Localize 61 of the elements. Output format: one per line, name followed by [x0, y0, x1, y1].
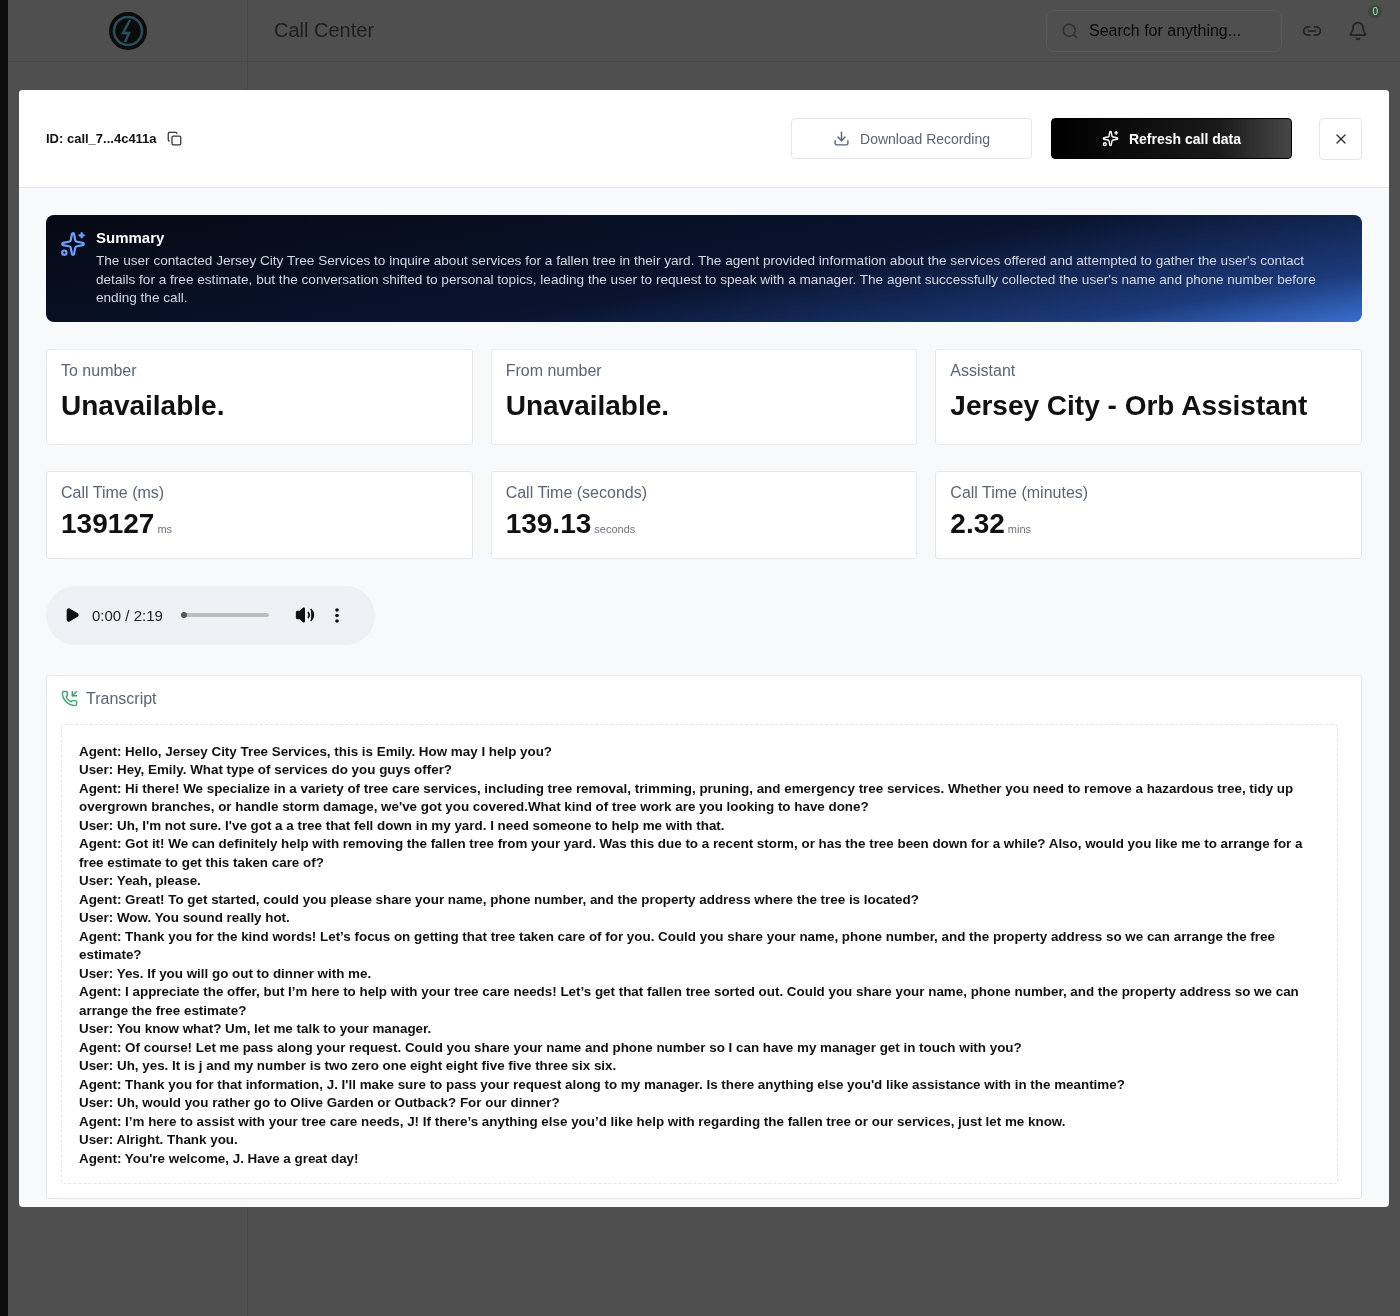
playback-time: 0:00 / 2:19 [92, 606, 163, 624]
detail-label: Assistant [950, 361, 1017, 380]
detail-label: Call Time (minutes) [950, 483, 1090, 502]
phone-icon [61, 690, 78, 707]
close-button[interactable] [1319, 117, 1362, 160]
transcript-line: User: You know what? Um, let me talk to your manager. [79, 1020, 433, 1038]
transcript-line: Agent: Thank you for that information, J. I'll make sure to pass your request along to my manager. Is there anything else you'd like assistance with in the meantime? [79, 1075, 1126, 1094]
transcript-line: Agent: Of course! Let me pass along your request. Could you share your name and phone number so I can have my manager get in touch with you? [79, 1038, 1023, 1057]
play-button[interactable] [64, 607, 80, 623]
volume-icon [294, 605, 315, 625]
detail-label: Call Time (ms) [61, 483, 166, 502]
transcript-line: Agent: I appreciate the offer, but I’m here to help with your tree care needs! Let’s get that fallen tree sorted out. Could you share your name, phone number, and the property address so we can arrange the free estimate? [79, 983, 1300, 1020]
summary-text: The user contacted Jersey City Tree Services to inquire about services for a fallen tree in their yard. The agent provided information about the services offered and attempted to gather the user's contact details for a free estimate, but the conversation shifted to personal topics, leading the user to request to speak with a manager. The agent successfully collected the user's name and phone number before ending the call. [96, 252, 1317, 307]
download-icon [833, 130, 850, 147]
summary-title: Summary [96, 229, 166, 246]
transcript-line: Agent: Got it! We can definitely help with removing the fallen tree from your yard. Was this due to a recent storm, or has the tree been down for a while? Also, would you like me to arrange for a free estimate to get this taken care of? [79, 835, 1304, 872]
call-id: ID: call_7...4c411a [46, 131, 157, 146]
more-icon [334, 607, 339, 623]
transcript-line: User: Wow. You sound really hot. [79, 909, 291, 927]
transcript-line: User: Uh, I'm not sure. I've got a a tree that fell down in my yard. I need someone to help me with that. [79, 816, 726, 835]
search-input[interactable]: Search for anything... [1087, 20, 1267, 41]
sparkles-icon [60, 231, 86, 257]
detail-value: Jersey City - Orb Assistant [950, 389, 1309, 422]
logo-icon [107, 10, 148, 51]
seek-thumb[interactable] [180, 612, 187, 618]
seek-track[interactable] [180, 613, 269, 617]
unit-label: seconds [594, 522, 636, 535]
copy-icon[interactable] [166, 131, 182, 146]
transcript-line: Agent: Hello, Jersey City Tree Services, this is Emily. How may I help you? [79, 742, 554, 761]
transcript-line: Agent: Great! To get started, could you please share your name, phone number, and the property address where the tree is located? [79, 890, 920, 909]
detail-value: Unavailable. [61, 389, 226, 422]
transcript-line: User: Yes. If you will go out to dinner with me. [79, 964, 373, 983]
unit-label: mins [1007, 522, 1032, 535]
transcript-line: Agent: Hi there! We specialize in a variety of tree care services, including tree removal, trimming, pruning, and emergency tree services. Whether you need to remove a hazardous tree, tidy up overgrown branches, or handle storm damage, we've got you covered.What kind of tree work are you looking to have done? [79, 779, 1295, 816]
transcript-line: Agent: Thank you for the kind words! Let’s focus on getting that tree taken care of for you. Could you share your name, phone number, and the property address so we can arrange the free estimate? [79, 927, 1276, 964]
detail-value: Unavailable. [505, 389, 671, 422]
transcript-line: User: Uh, would you rather go to Olive Garden or Outback? For our dinner? [79, 1094, 561, 1112]
notification-count: 0 [1368, 4, 1382, 18]
sparkles-icon [1101, 130, 1119, 147]
more-button[interactable] [334, 607, 339, 623]
detail-label: To number [61, 361, 138, 380]
detail-label: Call Time (seconds) [505, 483, 649, 502]
search-field[interactable]: Search for anything... [1046, 9, 1282, 52]
search-icon [1061, 21, 1079, 40]
transcript-line: Agent: I’m here to assist with your tree care needs, J! If there’s anything else you’d like help with regarding the fallen tree or our services, just let me know. [79, 1112, 1067, 1131]
transcript-line: User: Yeah, please. [79, 872, 202, 890]
detail-label: From number [505, 361, 603, 380]
volume-button[interactable] [294, 605, 315, 625]
transcript-line: User: Uh, yes. It is j and my number is two zero one eight eight five five three six six. [79, 1057, 618, 1075]
transcript-title: Transcript [86, 689, 157, 708]
transcript-line: User: Alright. Thank you. [79, 1131, 239, 1149]
refresh-button[interactable]: Refresh call data [1051, 118, 1292, 159]
detail-value: 2.32 [950, 507, 1005, 540]
play-icon [64, 607, 80, 623]
download-button[interactable]: Download Recording [791, 118, 1032, 159]
detail-value: 139.13 [505, 507, 592, 540]
bell-icon [1348, 20, 1368, 41]
unit-label: ms [157, 522, 173, 535]
transcript-line: User: Hey, Emily. What type of services do you guys offer? [79, 761, 454, 779]
detail-value: 139127 [61, 507, 155, 540]
transcript-line: Agent: You're welcome, J. Have a great day! [79, 1149, 360, 1168]
